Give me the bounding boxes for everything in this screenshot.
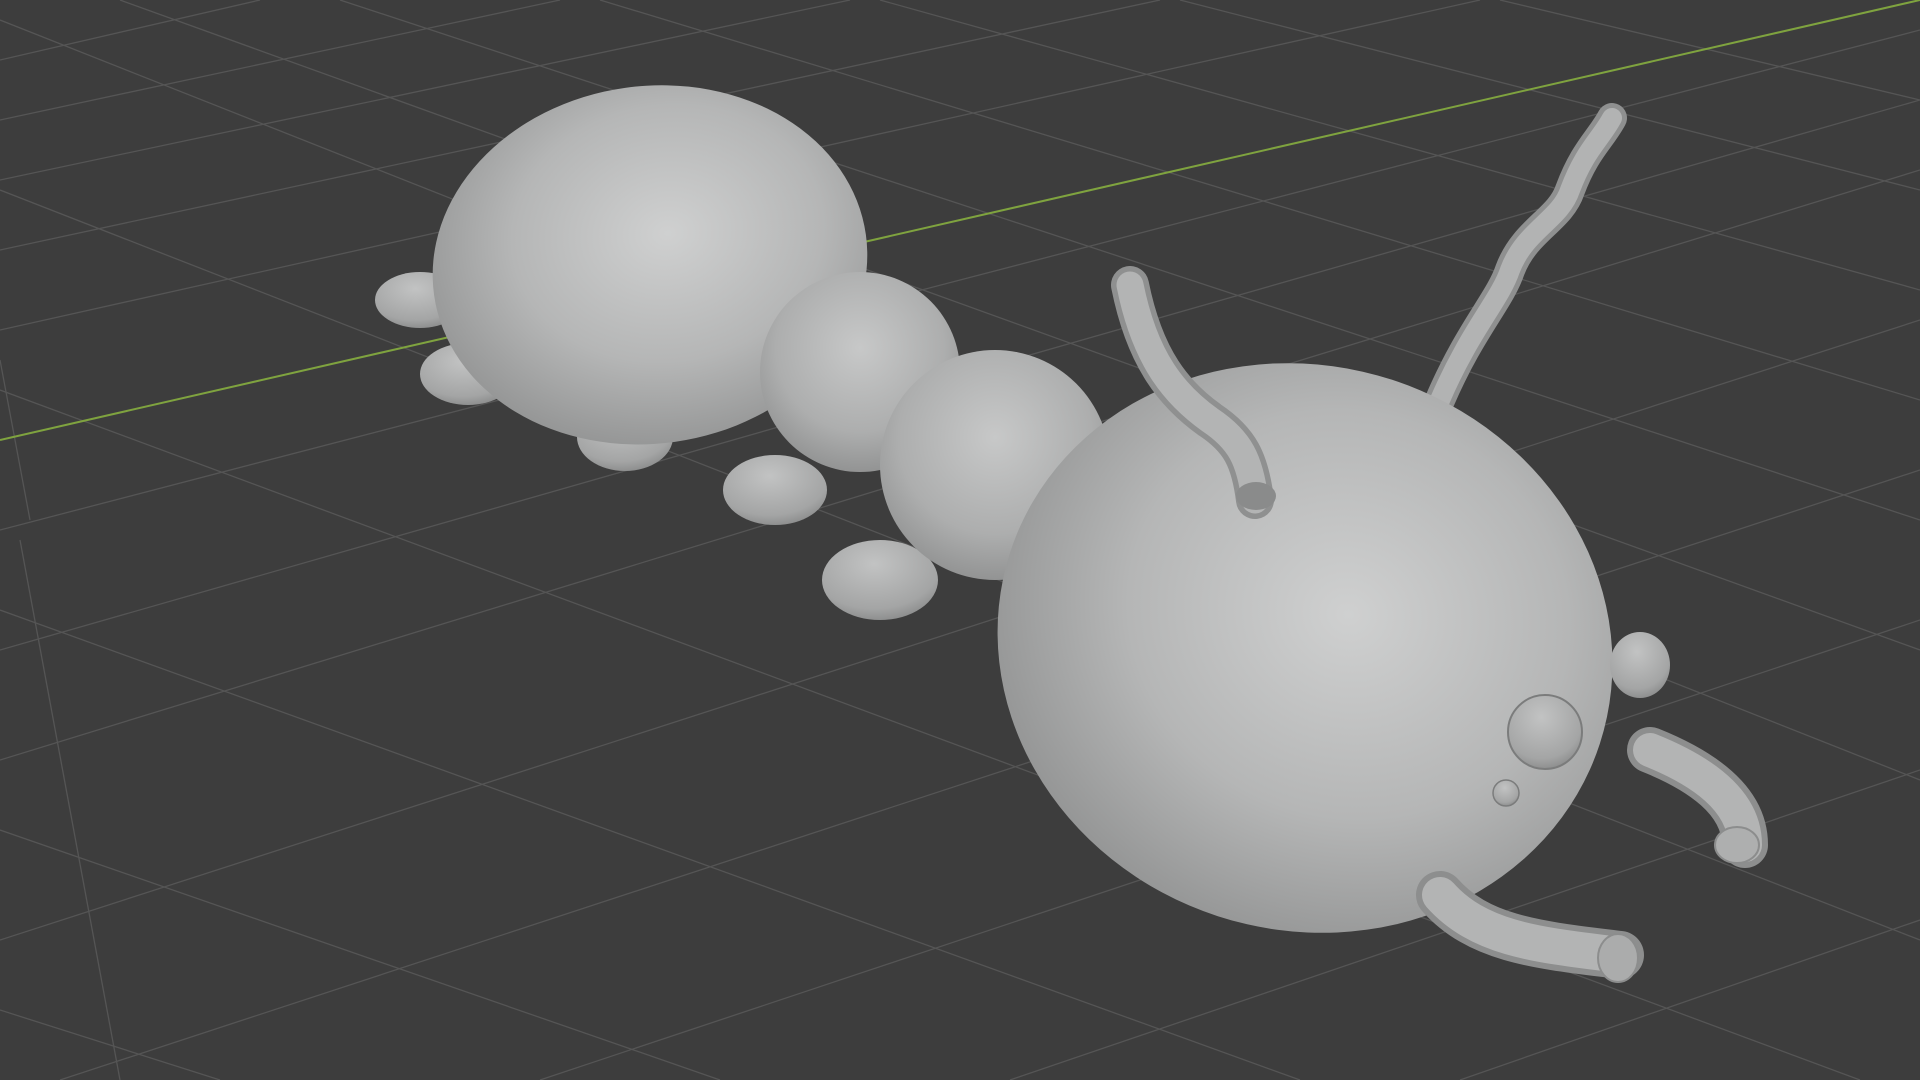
ant-model[interactable] <box>375 58 1768 1012</box>
viewport-canvas[interactable] <box>0 0 1920 1080</box>
ear-bump[interactable] <box>1610 632 1670 698</box>
3d-viewport[interactable] <box>0 0 1920 1080</box>
nostril[interactable] <box>1492 779 1520 807</box>
leg-middle[interactable] <box>723 455 827 525</box>
eye[interactable] <box>1507 694 1583 770</box>
